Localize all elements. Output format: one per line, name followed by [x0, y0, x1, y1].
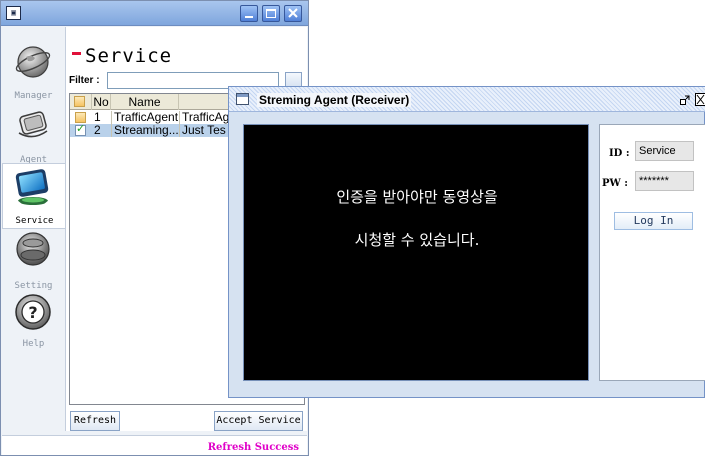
refresh-button[interactable]: Refresh: [70, 411, 120, 431]
accept-service-button[interactable]: Accept Service: [214, 411, 303, 431]
video-area: 인증을 받아야만 동영상을 시청할 수 있습니다.: [243, 124, 589, 381]
select-all-column[interactable]: [70, 94, 92, 110]
minimize-button[interactable]: [240, 5, 258, 22]
sidebar-item-label: Manager: [14, 91, 53, 101]
log-in-button[interactable]: Log In: [614, 212, 693, 230]
auth-message-line-2: 시청할 수 있습니다.: [354, 231, 480, 249]
id-label: ID :: [609, 148, 630, 159]
main-title-bar[interactable]: ▣: [1, 1, 308, 26]
minimize-icon: [245, 16, 253, 18]
page-title: Service: [72, 45, 172, 67]
select-all-checkbox[interactable]: [74, 96, 85, 107]
sidebar-item-label: Help: [22, 339, 45, 349]
sidebar-item-setting[interactable]: Setting: [2, 231, 65, 293]
column-header-no[interactable]: No: [92, 94, 111, 110]
login-panel: ID : Service PW : ******* Log In: [599, 124, 705, 381]
sidebar-item-label: Service: [15, 216, 54, 226]
svg-text:?: ?: [28, 303, 37, 322]
password-field[interactable]: *******: [635, 171, 694, 191]
window-icon: [236, 93, 249, 105]
sidebar-item-agent[interactable]: Agent: [2, 105, 65, 167]
row-checkbox[interactable]: [75, 112, 86, 123]
status-message: Refresh Success: [207, 442, 299, 453]
gear-icon: [16, 232, 50, 266]
sidebar-item-label: Setting: [14, 281, 53, 291]
sidebar-item-manager[interactable]: Manager: [2, 43, 65, 105]
close-icon: [288, 8, 298, 18]
page-title-text: Service: [85, 45, 173, 67]
row-no: 1: [94, 111, 101, 124]
receiver-window: Streming Agent (Receiver) 인증을 받아야만 동영상을 …: [228, 86, 705, 398]
globe-icon: [15, 46, 51, 78]
close-icon[interactable]: [695, 93, 705, 106]
row-no: 2: [94, 124, 101, 137]
title-accent-dash: [72, 52, 81, 55]
agent-icon: [18, 111, 48, 138]
id-field[interactable]: Service: [635, 141, 694, 161]
sidebar-item-help[interactable]: ? Help: [2, 293, 65, 355]
status-bar: Refresh Success: [2, 435, 307, 455]
sidebar: Manager Agent Service Setting ? Help: [2, 27, 65, 427]
row-checkbox[interactable]: [75, 123, 86, 136]
sidebar-item-service[interactable]: Service: [2, 163, 65, 229]
pw-label: PW :: [602, 178, 628, 189]
restore-icon[interactable]: [680, 95, 690, 105]
monitor-icon: [15, 169, 49, 205]
column-header-name[interactable]: Name: [111, 94, 179, 110]
app-icon[interactable]: ▣: [6, 6, 21, 20]
maximize-icon: [266, 9, 276, 18]
maximize-button[interactable]: [262, 5, 280, 22]
row-name: TrafficAgent: [111, 111, 179, 124]
help-icon: ?: [15, 294, 51, 330]
close-button[interactable]: [284, 5, 302, 22]
filter-label: Filter :: [69, 75, 100, 86]
receiver-title-bar[interactable]: Streming Agent (Receiver): [229, 87, 705, 112]
auth-message-line-1: 인증을 받아야만 동영상을: [336, 188, 498, 206]
receiver-title: Streming Agent (Receiver): [257, 93, 412, 107]
row-name: Streaming...: [111, 124, 179, 137]
